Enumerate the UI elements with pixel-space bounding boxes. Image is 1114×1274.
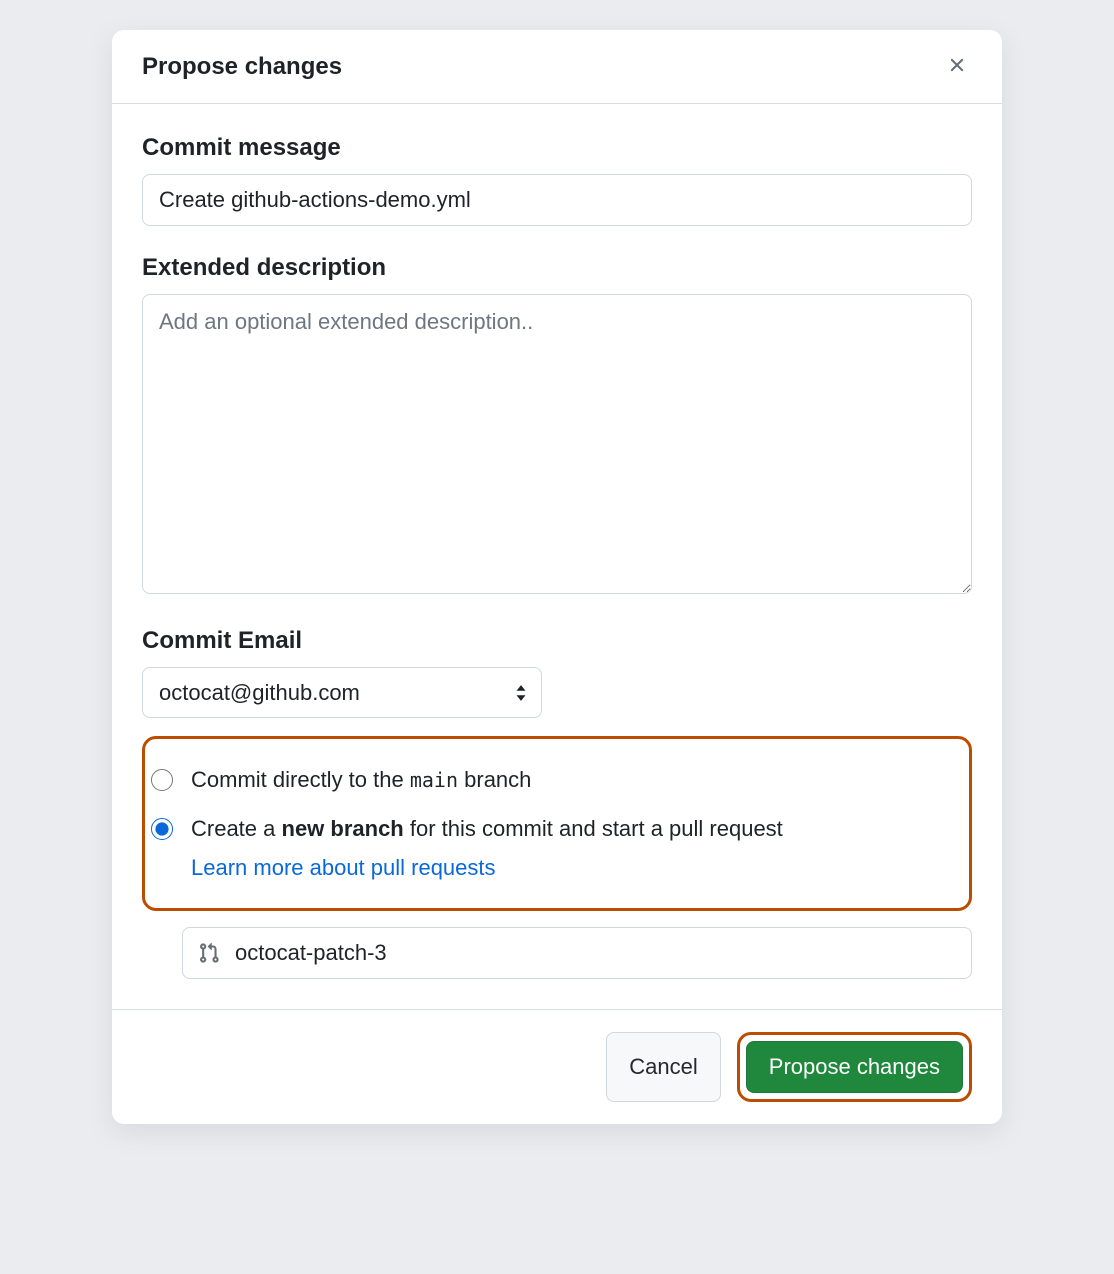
commit-message-group: Commit message — [142, 134, 972, 226]
propose-changes-button[interactable]: Propose changes — [746, 1041, 963, 1093]
close-icon — [946, 54, 968, 79]
cancel-button[interactable]: Cancel — [606, 1032, 720, 1102]
commit-email-label: Commit Email — [142, 627, 972, 655]
extended-description-group: Extended description — [142, 254, 972, 599]
commit-email-select[interactable]: octocat@github.com — [142, 667, 542, 718]
branch-choice-group: Commit directly to the main branch Creat… — [142, 736, 972, 911]
create-branch-label: Create a new branch for this commit and … — [191, 812, 783, 884]
dialog-header: Propose changes — [112, 30, 1002, 104]
commit-email-group: Commit Email octocat@github.com — [142, 627, 972, 718]
branch-name-wrapper — [182, 927, 972, 979]
commit-direct-option[interactable]: Commit directly to the main branch — [151, 755, 963, 804]
extended-description-input[interactable] — [142, 294, 972, 594]
extended-description-label: Extended description — [142, 254, 972, 282]
propose-changes-dialog: Propose changes Commit message Extended … — [112, 30, 1002, 1124]
dialog-footer: Cancel Propose changes — [112, 1009, 1002, 1124]
commit-direct-label: Commit directly to the main branch — [191, 763, 531, 796]
learn-more-link[interactable]: Learn more about pull requests — [191, 851, 496, 884]
commit-message-input[interactable] — [142, 174, 972, 226]
close-button[interactable] — [942, 50, 972, 83]
create-branch-radio[interactable] — [151, 818, 173, 840]
create-branch-option[interactable]: Create a new branch for this commit and … — [151, 804, 963, 892]
commit-direct-radio[interactable] — [151, 769, 173, 791]
dialog-title: Propose changes — [142, 53, 342, 81]
git-pull-request-icon — [198, 942, 220, 964]
branch-name-input[interactable] — [182, 927, 972, 979]
dialog-body: Commit message Extended description Comm… — [112, 104, 1002, 1009]
commit-message-label: Commit message — [142, 134, 972, 162]
commit-email-select-wrapper: octocat@github.com — [142, 667, 542, 718]
propose-button-highlight: Propose changes — [737, 1032, 972, 1102]
